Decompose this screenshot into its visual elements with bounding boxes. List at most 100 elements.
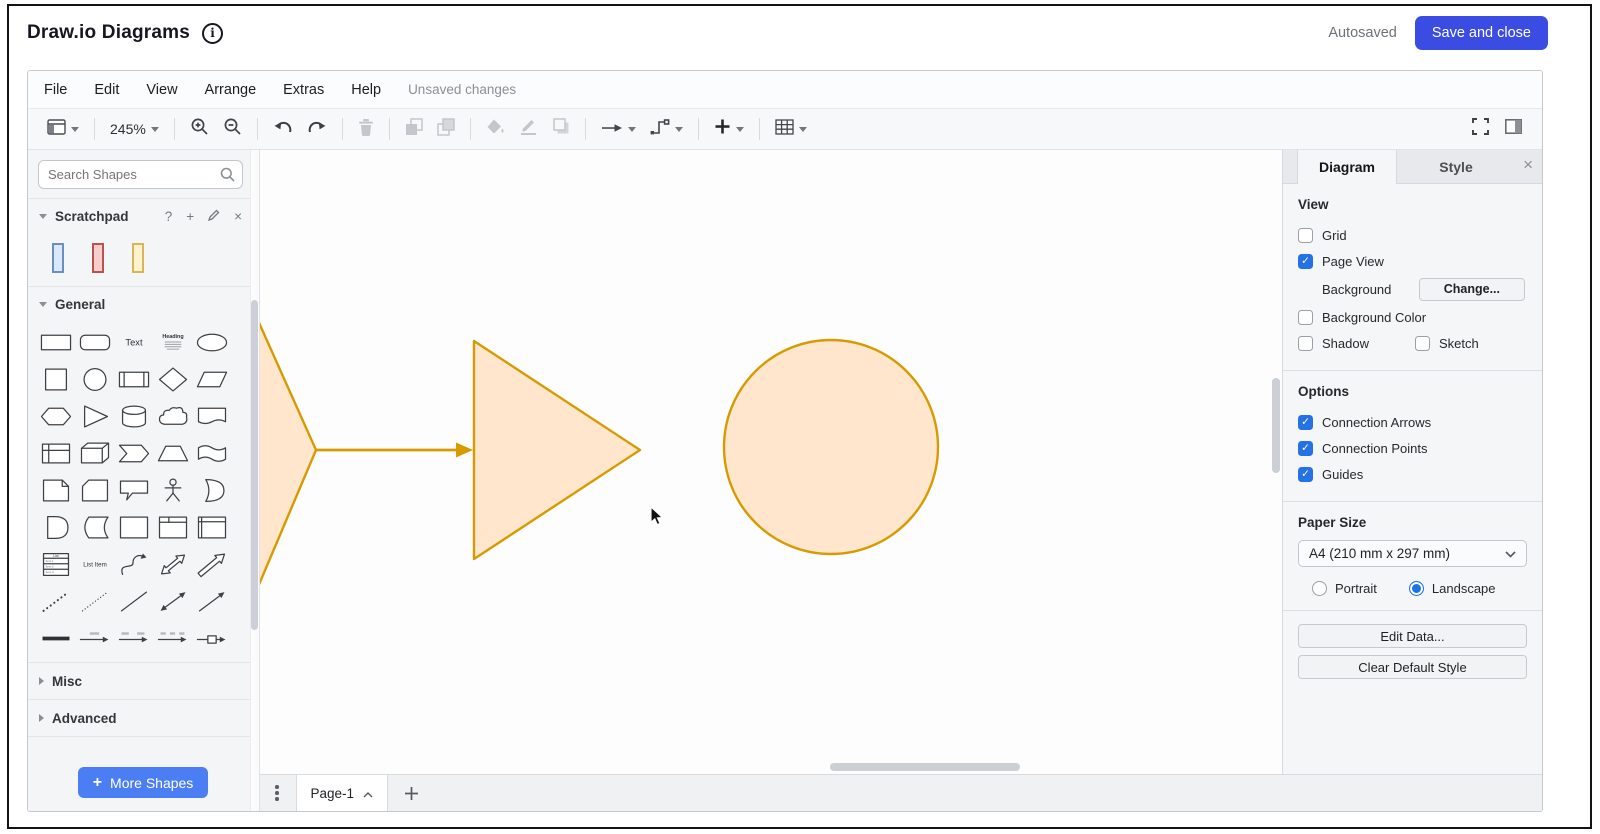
shape-card[interactable] [75, 472, 114, 509]
menu-help[interactable]: Help [351, 82, 381, 98]
scratchpad-shape-yellow-rectangle[interactable] [132, 243, 144, 273]
shape-cloud[interactable] [153, 398, 192, 435]
shape-line[interactable] [114, 583, 153, 620]
connection-points-checkbox[interactable]: ✓ [1298, 441, 1313, 456]
delete-button[interactable] [351, 115, 381, 143]
shape-or[interactable] [192, 472, 231, 509]
menu-view[interactable]: View [146, 82, 177, 98]
scratchpad-shape-blue-rectangle[interactable] [52, 243, 64, 273]
shape-bidirectional-edge[interactable] [153, 583, 192, 620]
undo-button[interactable] [266, 115, 300, 143]
shape-textbox[interactable]: Heading [153, 324, 192, 361]
shape-vertical-frame[interactable] [192, 509, 231, 546]
grid-checkbox[interactable] [1298, 228, 1313, 243]
landscape-radio[interactable] [1409, 581, 1424, 596]
shape-bidirectional-arrow[interactable] [153, 546, 192, 583]
canvas-partial-triangle-shape[interactable] [260, 258, 316, 653]
zoom-in-button[interactable] [183, 115, 216, 143]
shape-parallelogram[interactable] [192, 361, 231, 398]
shape-directional-edge[interactable] [192, 583, 231, 620]
shape-curve[interactable] [114, 546, 153, 583]
fullscreen-button[interactable] [1472, 118, 1489, 140]
page-view-checkbox[interactable]: ✓ [1298, 254, 1313, 269]
redo-button[interactable] [300, 115, 334, 143]
shape-note[interactable] [36, 472, 75, 509]
sketch-checkbox[interactable] [1415, 336, 1430, 351]
scratchpad-add-icon[interactable]: + [186, 209, 194, 224]
shadow-button[interactable] [545, 115, 577, 143]
shape-trapezoid[interactable] [153, 435, 192, 472]
fill-color-button[interactable] [479, 115, 512, 143]
connection-dropdown[interactable] [643, 115, 690, 143]
save-and-close-button[interactable]: Save and close [1415, 16, 1548, 50]
menu-extras[interactable]: Extras [283, 82, 324, 98]
zoom-out-button[interactable] [216, 115, 249, 143]
shape-cube[interactable] [75, 435, 114, 472]
section-advanced[interactable]: Advanced [28, 699, 259, 736]
sidebar-scrollbar-thumb[interactable] [251, 300, 258, 630]
diagram-canvas[interactable] [260, 150, 1282, 774]
shape-rectangle[interactable] [36, 324, 75, 361]
connection-arrows-checkbox[interactable]: ✓ [1298, 415, 1313, 430]
shape-rounded-rectangle[interactable] [75, 324, 114, 361]
shape-circle[interactable] [75, 361, 114, 398]
section-scratchpad[interactable]: Scratchpad ?+× [28, 199, 259, 234]
shape-callout[interactable] [114, 472, 153, 509]
shape-arrow[interactable] [192, 546, 231, 583]
info-icon[interactable]: i [202, 23, 223, 44]
guides-checkbox[interactable]: ✓ [1298, 467, 1313, 482]
shape-dashed-line[interactable] [75, 583, 114, 620]
section-general[interactable]: General [28, 287, 259, 322]
shadow-checkbox[interactable] [1298, 336, 1313, 351]
shape-edge-box[interactable] [192, 620, 231, 657]
shape-link[interactable] [36, 620, 75, 657]
shape-cylinder[interactable] [114, 398, 153, 435]
tab-diagram[interactable]: Diagram [1297, 150, 1397, 184]
menu-edit[interactable]: Edit [94, 82, 119, 98]
add-page-button[interactable] [404, 786, 419, 801]
shape-text[interactable]: Text [114, 324, 153, 361]
canvas-triangle-shape[interactable] [474, 341, 640, 559]
diagram-svg[interactable] [260, 150, 1282, 774]
shape-frame[interactable] [153, 509, 192, 546]
shape-edge-label-3[interactable] [153, 620, 192, 657]
paper-size-select[interactable]: A4 (210 mm x 297 mm) [1298, 540, 1527, 567]
clear-default-style-button[interactable]: Clear Default Style [1298, 655, 1527, 679]
scratchpad-edit-icon[interactable] [208, 209, 220, 224]
background-color-checkbox[interactable] [1298, 310, 1313, 325]
waypoints-dropdown[interactable] [594, 115, 643, 143]
search-shapes-input[interactable] [38, 160, 243, 189]
scratchpad-shape-red-rectangle[interactable] [92, 243, 104, 273]
shape-diamond[interactable] [153, 361, 192, 398]
portrait-radio[interactable] [1312, 581, 1327, 596]
shape-hexagon[interactable] [36, 398, 75, 435]
shape-data-storage[interactable] [75, 509, 114, 546]
shape-list-item[interactable]: List Item [75, 546, 114, 583]
shape-document[interactable] [192, 398, 231, 435]
shape-edge-label-2[interactable] [114, 620, 153, 657]
more-shapes-button[interactable]: + More Shapes [78, 767, 208, 798]
shape-internal-storage[interactable] [36, 435, 75, 472]
page-tab[interactable]: Page-1 [296, 775, 389, 811]
view-toggle-button[interactable] [40, 115, 86, 143]
shape-triangle[interactable] [75, 398, 114, 435]
shape-ellipse[interactable] [192, 324, 231, 361]
shape-dotted-line[interactable] [36, 583, 75, 620]
pages-menu-icon[interactable] [275, 785, 279, 801]
shape-tape[interactable] [192, 435, 231, 472]
edit-data-button[interactable]: Edit Data... [1298, 624, 1527, 648]
zoom-dropdown[interactable]: 245% [103, 115, 166, 143]
to-front-button[interactable] [398, 115, 430, 143]
shape-and[interactable] [36, 509, 75, 546]
menu-arrange[interactable]: Arrange [205, 82, 257, 98]
scratchpad-close-icon[interactable]: × [234, 209, 242, 224]
scratchpad-help-icon[interactable]: ? [165, 209, 173, 224]
shape-square[interactable] [36, 361, 75, 398]
canvas-vertical-scrollbar[interactable] [1272, 378, 1280, 473]
close-icon[interactable]: × [1523, 156, 1533, 173]
change-button[interactable]: Change... [1419, 278, 1525, 301]
menu-file[interactable]: File [44, 82, 67, 98]
line-color-button[interactable] [512, 115, 545, 143]
section-misc[interactable]: Misc [28, 662, 259, 699]
shape-actor[interactable] [153, 472, 192, 509]
